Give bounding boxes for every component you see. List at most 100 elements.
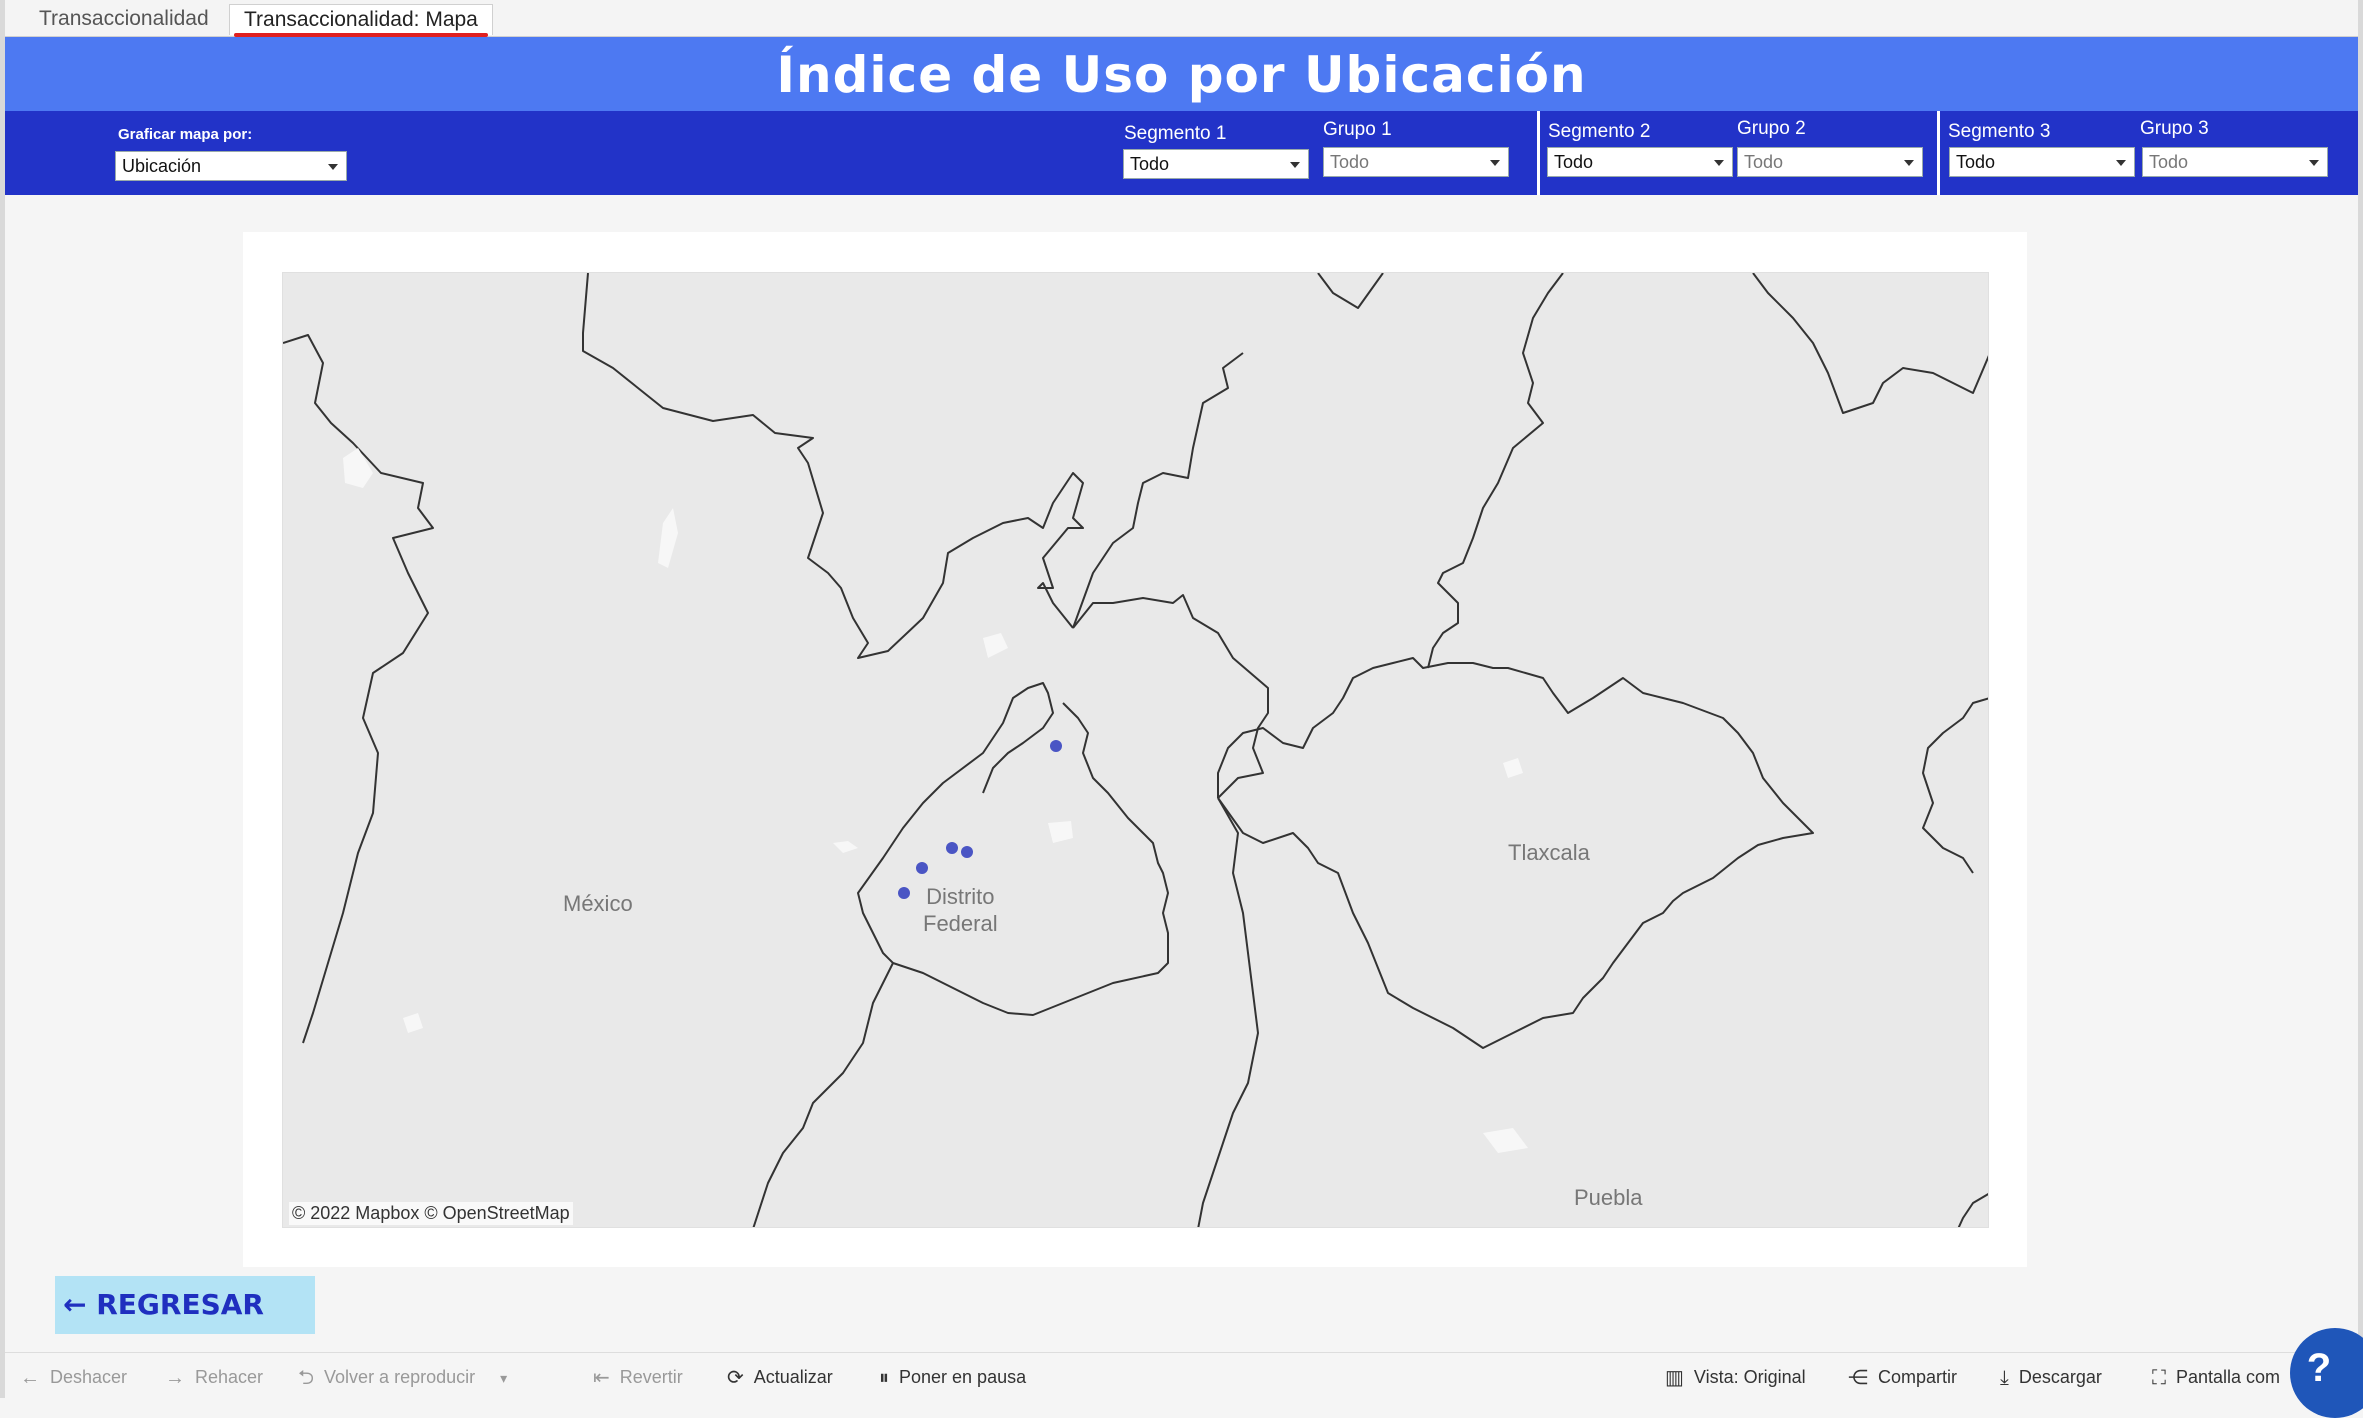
- help-icon: ?: [2306, 1346, 2332, 1390]
- boundary-ne-small: [1317, 273, 1384, 309]
- boundary-northeast: [1427, 273, 1564, 669]
- location-marker: [916, 862, 928, 874]
- group1-label: Grupo 1: [1323, 119, 1392, 140]
- segment3-value: Todo: [1956, 152, 1996, 172]
- boundary-east-c: [1957, 1193, 1988, 1227]
- undo-button[interactable]: ← Deshacer: [20, 1365, 127, 1389]
- map-label-puebla: Puebla: [1574, 1185, 1643, 1210]
- view-button[interactable]: ▥ Vista: Original: [1665, 1365, 1806, 1389]
- bottom-toolbar: ← Deshacer → Rehacer ⮌ Volver a reproducir …: [5, 1352, 2358, 1399]
- share-label: Compartir: [1878, 1367, 1958, 1387]
- map-label-mexico: México: [563, 891, 633, 916]
- group2-select[interactable]: Todo: [1737, 147, 1923, 177]
- segment3-label: Segmento 3: [1948, 121, 2051, 142]
- map-by-select[interactable]: Ubicación: [115, 151, 347, 181]
- map-label-df: Distrito Federal: [923, 883, 998, 937]
- group3-select[interactable]: Todo: [2142, 147, 2328, 177]
- replay-icon: ⮌: [298, 1367, 315, 1390]
- pause-icon: ⏸: [879, 1367, 889, 1390]
- map-label-df-line1: Distrito: [926, 884, 995, 909]
- page-title: Índice de Uso por Ubicación: [776, 46, 1587, 104]
- arrow-right-icon: →: [165, 1367, 185, 1390]
- chevron-down-icon: [2116, 160, 2126, 166]
- filter-bar: Graficar mapa por: Ubicación Segmento 1 …: [5, 111, 2358, 195]
- boundary-east-south: [1197, 797, 1259, 1227]
- location-marker: [898, 887, 910, 899]
- chevron-down-icon: ▾: [500, 1370, 508, 1387]
- segment2-value: Todo: [1554, 152, 1594, 172]
- boundary-east-b: [1922, 697, 1988, 874]
- undo-label: Deshacer: [50, 1367, 128, 1387]
- location-marker: [961, 846, 973, 858]
- title-banner: Índice de Uso por Ubicación: [5, 37, 2358, 111]
- arrow-left-icon: ←: [20, 1367, 40, 1390]
- map-attribution[interactable]: © 2022 Mapbox © OpenStreetMap: [289, 1202, 573, 1225]
- filter-divider: [1937, 111, 1940, 195]
- revert-button[interactable]: ⇤ Revertir: [593, 1365, 683, 1389]
- share-button[interactable]: ⋲ Compartir: [1848, 1365, 1957, 1389]
- back-button[interactable]: ← REGRESAR: [55, 1276, 315, 1334]
- chevron-down-icon: [1904, 160, 1914, 166]
- bar-chart-icon: ▥: [1665, 1367, 1684, 1390]
- tab-bar: Transaccionalidad Transaccionalidad: Map…: [5, 0, 2358, 37]
- group3-value: Todo: [2149, 152, 2189, 172]
- boundary-east: [1752, 273, 1988, 414]
- refresh-button[interactable]: ⟳ Actualizar: [727, 1365, 833, 1389]
- map-by-value: Ubicación: [122, 156, 202, 176]
- tab-transaccionalidad-mapa[interactable]: Transaccionalidad: Mapa: [229, 4, 493, 37]
- group3-label: Grupo 3: [2140, 118, 2209, 139]
- group2-value: Todo: [1744, 152, 1784, 172]
- filter-divider: [1537, 111, 1540, 195]
- segment3-select[interactable]: Todo: [1949, 147, 2135, 177]
- help-button[interactable]: ?: [2290, 1328, 2363, 1418]
- tab-transaccionalidad[interactable]: Transaccionalidad: [25, 4, 223, 34]
- segment2-select[interactable]: Todo: [1547, 147, 1733, 177]
- boundary-north-a: [582, 273, 1084, 659]
- boundary-central: [1072, 352, 1244, 629]
- download-label: Descargar: [2018, 1367, 2102, 1387]
- map-label-tlaxcala: Tlaxcala: [1508, 840, 1590, 865]
- redo-label: Rehacer: [195, 1367, 264, 1387]
- revert-label: Revertir: [619, 1367, 683, 1387]
- group1-select[interactable]: Todo: [1323, 147, 1509, 177]
- segment1-value: Todo: [1130, 154, 1170, 174]
- map-view[interactable]: México Distrito Federal Tlaxcala Puebla …: [282, 272, 1989, 1228]
- replay-button[interactable]: ⮌ Volver a reproducir ▾: [298, 1365, 517, 1389]
- revert-icon: ⇤: [593, 1367, 610, 1390]
- pause-button[interactable]: ⏸ Poner en pausa: [879, 1365, 1026, 1389]
- refresh-icon: ⟳: [727, 1367, 744, 1390]
- download-icon: ⤓: [2000, 1367, 2009, 1390]
- water-bodies: [343, 448, 1528, 1153]
- fullscreen-button[interactable]: ⛶ Pantalla com: [2152, 1365, 2280, 1389]
- replay-label: Volver a reproducir: [324, 1367, 476, 1387]
- map-canvas: [283, 273, 1988, 1227]
- location-markers: [898, 740, 1062, 899]
- group2-label: Grupo 2: [1737, 118, 1806, 139]
- segment1-label: Segmento 1: [1124, 123, 1227, 144]
- map-label-df-line2: Federal: [923, 911, 998, 936]
- location-marker: [1050, 740, 1062, 752]
- boundary-south: [752, 962, 894, 1227]
- pause-label: Poner en pausa: [899, 1367, 1027, 1387]
- chevron-down-icon: [1290, 162, 1300, 168]
- window-frame-right: [2358, 0, 2363, 1398]
- state-boundaries: [283, 273, 1988, 1227]
- boundary-west: [283, 334, 434, 1044]
- fullscreen-label: Pantalla com: [2176, 1367, 2281, 1387]
- download-button[interactable]: ⤓ Descargar: [2000, 1365, 2102, 1389]
- fullscreen-icon: ⛶: [2152, 1367, 2166, 1390]
- redo-button[interactable]: → Rehacer: [165, 1365, 263, 1389]
- boundary-df: [857, 682, 1169, 1016]
- chevron-down-icon: [1490, 160, 1500, 166]
- segment2-label: Segmento 2: [1548, 121, 1651, 142]
- share-icon: ⋲: [1848, 1367, 1868, 1390]
- refresh-label: Actualizar: [753, 1367, 833, 1387]
- segment1-select[interactable]: Todo: [1123, 149, 1309, 179]
- chevron-down-icon: [2309, 160, 2319, 166]
- map-by-label: Graficar mapa por:: [118, 126, 253, 143]
- group1-value: Todo: [1330, 152, 1370, 172]
- chevron-down-icon: [328, 164, 338, 170]
- window-frame-left: [0, 0, 5, 1398]
- chevron-down-icon: [1714, 160, 1724, 166]
- boundary-north-b: [1072, 594, 1269, 799]
